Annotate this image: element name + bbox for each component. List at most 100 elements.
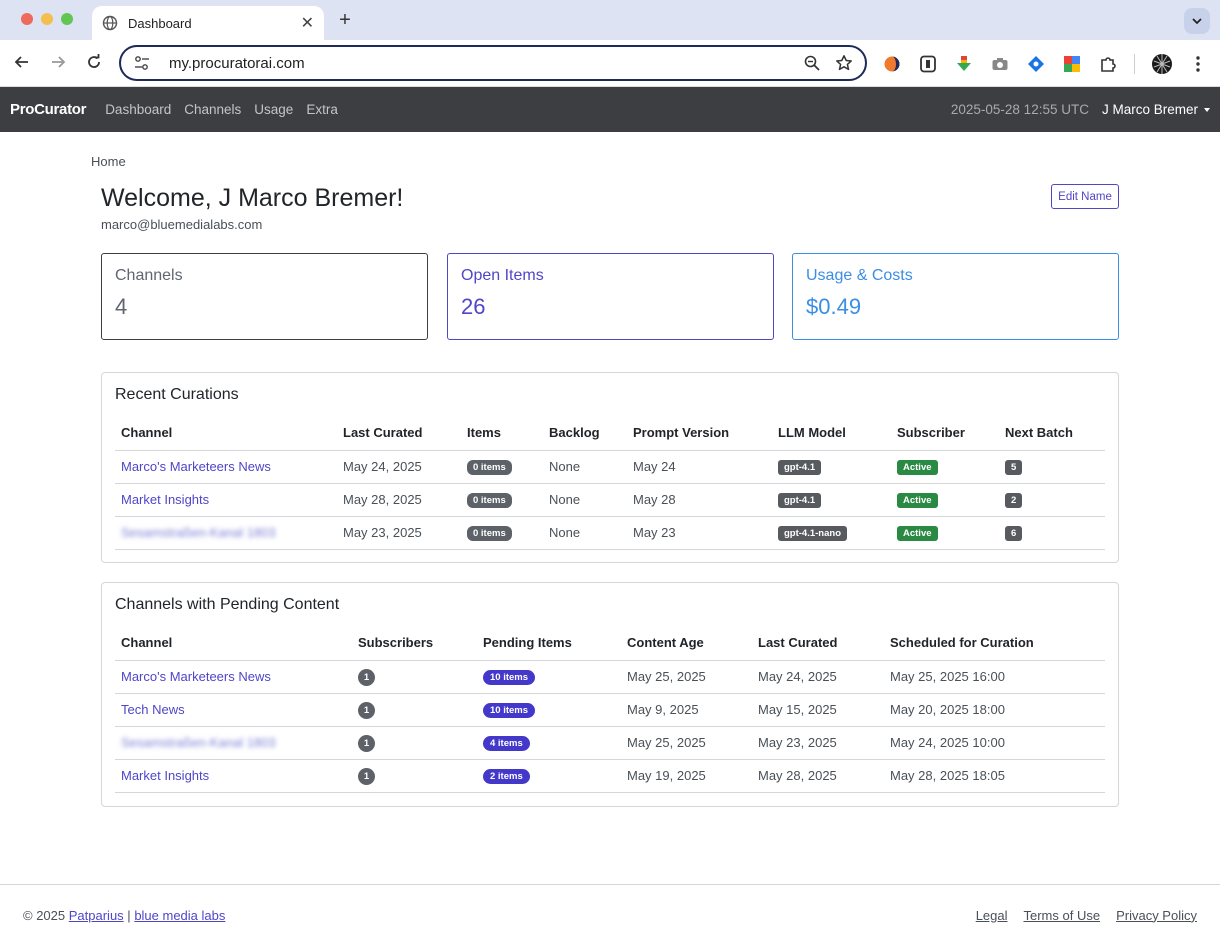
col-header: Last Curated	[752, 626, 884, 661]
google-translate-icon[interactable]	[1062, 54, 1082, 74]
content-age: May 19, 2025	[621, 759, 752, 793]
col-header: Next Batch	[999, 416, 1105, 451]
items-badge: 0 items	[467, 526, 512, 541]
col-header: Items	[461, 416, 543, 451]
content-age: May 25, 2025	[621, 726, 752, 760]
close-tab-icon[interactable]: ✕	[301, 13, 314, 33]
chevron-down-icon	[1192, 18, 1202, 25]
reload-button[interactable]	[83, 53, 105, 75]
items-badge: 0 items	[467, 460, 512, 475]
scheduled-for-curation: May 24, 2025 10:00	[884, 726, 1105, 760]
new-tab-button[interactable]: +	[336, 9, 354, 32]
subscribers-badge: 1	[358, 734, 375, 752]
scheduled-for-curation: May 25, 2025 16:00	[884, 660, 1105, 694]
content-age: May 9, 2025	[621, 693, 752, 727]
browser-tab-bar: Dashboard ✕ +	[0, 0, 1220, 40]
bookmark-star-icon[interactable]	[835, 54, 853, 72]
last-curated: May 24, 2025	[337, 450, 461, 484]
tab-search-button[interactable]	[1184, 8, 1210, 34]
stat-label: Open Items	[461, 267, 544, 284]
next-batch-badge: 2	[1005, 493, 1023, 508]
edit-name-button[interactable]: Edit Name	[1051, 184, 1119, 209]
pending-content-table: Channel Subscribers Pending Items Conten…	[115, 626, 1105, 793]
table-header-row: Channel Subscribers Pending Items Conten…	[115, 626, 1105, 661]
download-arrow-icon[interactable]	[954, 54, 974, 74]
col-header: Subscriber	[891, 416, 999, 451]
puzzle-extensions-icon[interactable]	[1098, 54, 1118, 74]
tag-extension-icon[interactable]	[1026, 54, 1046, 74]
subscribers-badge: 1	[358, 668, 375, 686]
footer-link-privacy[interactable]: Privacy Policy	[1116, 908, 1197, 923]
kebab-menu-icon[interactable]	[1188, 54, 1208, 74]
last-curated: May 15, 2025	[752, 693, 884, 727]
brand-logo[interactable]: ProCurator	[10, 101, 86, 118]
model-badge: gpt-4.1	[778, 460, 822, 475]
server-datetime: 2025-05-28 12:55 UTC	[950, 102, 1089, 117]
backlog: None	[543, 483, 627, 517]
stat-value: $0.49	[806, 294, 862, 319]
card-title: Recent Curations	[115, 386, 239, 403]
close-window-button[interactable]	[21, 13, 33, 25]
pending-items-badge: 4 items	[483, 736, 530, 751]
page-title: Welcome, J Marco Bremer!	[101, 184, 404, 212]
app-navbar: ProCurator Dashboard Channels Usage Extr…	[0, 87, 1220, 132]
recent-curations-table: Channel Last Curated Items Backlog Promp…	[115, 416, 1105, 550]
subscribers-badge: 1	[358, 701, 375, 719]
stat-card-usage-costs[interactable]: Usage & Costs $0.49	[792, 253, 1119, 340]
last-curated: May 23, 2025	[337, 516, 461, 550]
stat-card-channels[interactable]: Channels 4	[101, 253, 428, 340]
browser-tab[interactable]: Dashboard ✕	[92, 6, 324, 40]
shield-extension-icon[interactable]	[918, 54, 938, 74]
footer-link-terms[interactable]: Terms of Use	[1024, 908, 1101, 923]
next-batch-badge: 5	[1005, 460, 1023, 475]
profile-avatar-icon[interactable]	[1151, 53, 1173, 75]
footer-copyright: © 2025 Patparius | blue media labs	[23, 908, 225, 923]
col-header: Scheduled for Curation	[884, 626, 1105, 661]
col-header: Content Age	[621, 626, 752, 661]
channel-link[interactable]: Marco's Marketeers News	[121, 459, 271, 474]
col-header: LLM Model	[772, 416, 891, 451]
footer-link-patparius[interactable]: Patparius	[69, 908, 124, 923]
address-bar[interactable]: my.procuratorai.com	[119, 45, 867, 81]
scheduled-for-curation: May 28, 2025 18:05	[884, 759, 1105, 793]
forward-button[interactable]	[47, 53, 69, 75]
maximize-window-button[interactable]	[61, 13, 73, 25]
pending-items-badge: 10 items	[483, 670, 536, 685]
channel-link[interactable]: Marco's Marketeers News	[121, 669, 271, 684]
channel-link[interactable]: Tech News	[121, 702, 185, 717]
page-footer: © 2025 Patparius | blue media labs Legal…	[0, 884, 1220, 945]
back-button[interactable]	[11, 53, 33, 75]
tab-title: Dashboard	[128, 15, 192, 31]
breadcrumb[interactable]: Home	[91, 154, 126, 169]
table-row: Sesamstraßen-Kanal 1803 1 4 items May 25…	[115, 726, 1105, 760]
user-menu[interactable]: J Marco Bremer	[1102, 102, 1210, 117]
camera-icon[interactable]	[990, 54, 1010, 74]
nav-extra[interactable]: Extra	[306, 102, 338, 117]
stat-value: 26	[461, 294, 486, 319]
nav-usage[interactable]: Usage	[254, 102, 293, 117]
zoom-icon[interactable]	[803, 54, 821, 72]
prompt-version: May 24	[627, 450, 772, 484]
model-badge: gpt-4.1-nano	[778, 526, 847, 541]
channel-link[interactable]: Sesamstraßen-Kanal 1803	[121, 735, 276, 750]
next-batch-badge: 6	[1005, 526, 1023, 541]
channel-link[interactable]: Sesamstraßen-Kanal 1803	[121, 525, 276, 540]
extension-circle-icon[interactable]	[882, 54, 902, 74]
footer-link-legal[interactable]: Legal	[976, 908, 1008, 923]
nav-channels[interactable]: Channels	[184, 102, 241, 117]
site-settings-icon[interactable]	[133, 54, 151, 72]
channel-link[interactable]: Market Insights	[121, 492, 209, 507]
minimize-window-button[interactable]	[41, 13, 53, 25]
table-row: Tech News 1 10 items May 9, 2025 May 15,…	[115, 693, 1105, 727]
nav-dashboard[interactable]: Dashboard	[105, 102, 171, 117]
channel-link[interactable]: Market Insights	[121, 768, 209, 783]
col-header: Backlog	[543, 416, 627, 451]
pending-items-badge: 2 items	[483, 769, 530, 784]
prompt-version: May 23	[627, 516, 772, 550]
col-header: Subscribers	[352, 626, 477, 661]
footer-link-blue-media-labs[interactable]: blue media labs	[134, 908, 225, 923]
card-title: Channels with Pending Content	[115, 596, 340, 613]
stat-card-open-items[interactable]: Open Items 26	[447, 253, 774, 340]
scheduled-for-curation: May 20, 2025 18:00	[884, 693, 1105, 727]
copyright-text: © 2025	[23, 907, 66, 923]
